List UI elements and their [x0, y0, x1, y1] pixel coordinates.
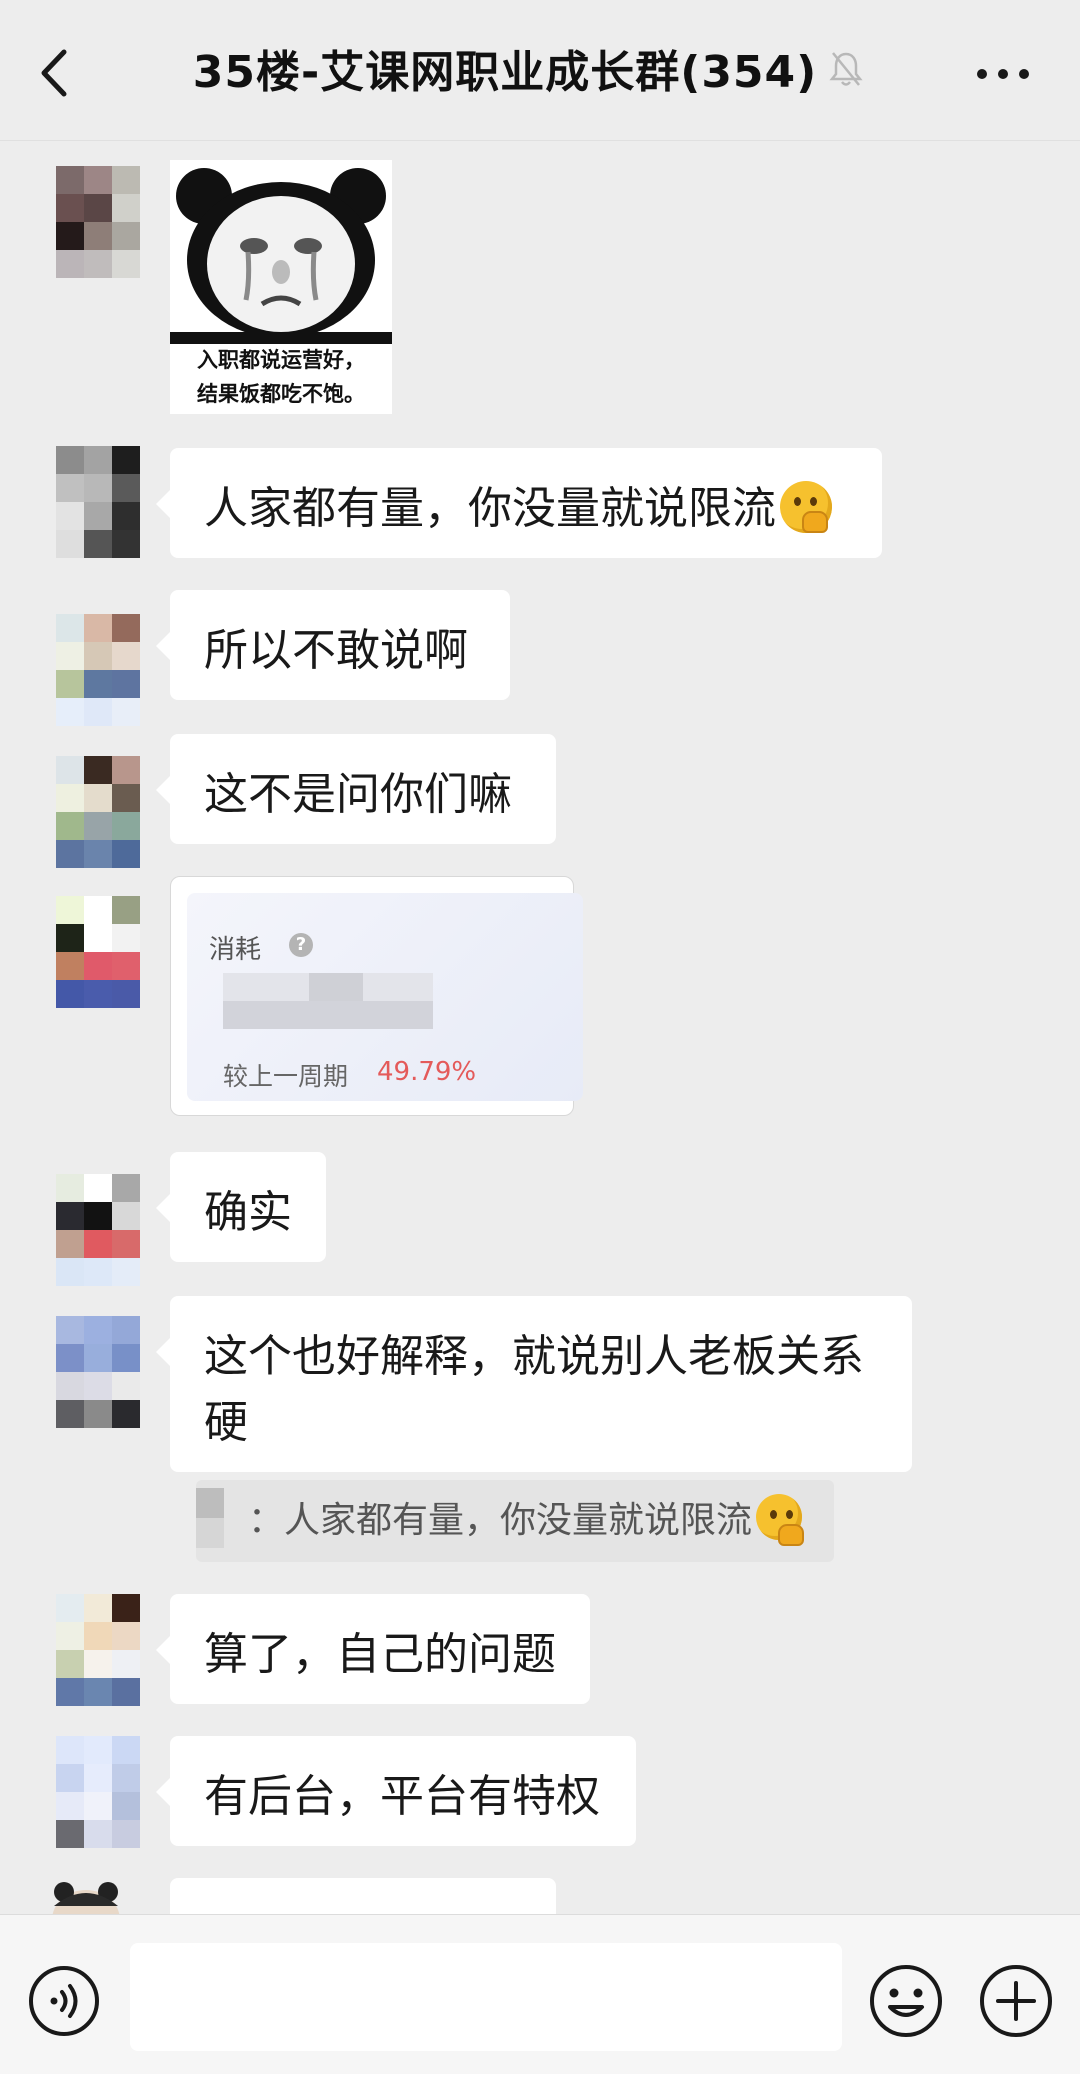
voice-icon [29, 1966, 99, 2036]
panda-meme-sticker[interactable]: 入职都说运营好， 结果饭都吃不饱。 [170, 160, 392, 414]
input-bar [0, 1914, 1080, 2074]
avatar[interactable] [56, 1316, 140, 1428]
message-bubble[interactable] [170, 1878, 556, 1914]
avatar[interactable] [56, 446, 140, 558]
message-bubble[interactable]: 所以不敢说啊 [156, 590, 510, 700]
quoted-message[interactable]: ：人家都有量，你没量就说限流 [196, 1480, 834, 1562]
plus-icon [980, 1965, 1052, 2037]
avatar[interactable] [34, 1880, 138, 1914]
thinking-face-emoji-icon [780, 481, 832, 533]
message-text: 人家都有量，你没量就说限流 [204, 483, 776, 534]
message-text: 所以不敢说啊 [204, 625, 468, 676]
message-bubble[interactable]: 算了，自己的问题 [156, 1594, 590, 1704]
message-text: 确实 [204, 1187, 292, 1238]
message-text: 算了，自己的问题 [204, 1629, 556, 1680]
message-text-line1: 这个也好解释，就说别人老板关系 [204, 1331, 864, 1382]
emoji-button[interactable] [868, 1963, 944, 2039]
chat-title-row: 35楼-艾课网职业成长群(354) [0, 38, 1080, 110]
message-bubble[interactable]: 有后台，平台有特权 [156, 1736, 636, 1846]
message-bubble[interactable]: 人家都有量，你没量就说限流 [156, 448, 882, 558]
emoji-icon [870, 1965, 942, 2037]
stat-compare-label: 较上一周期 [223, 1062, 349, 1091]
message-bubble[interactable]: 这个也好解释，就说别人老板关系 硬 [156, 1296, 912, 1472]
quote-text-row: ：人家都有量，你没量就说限流 [248, 1480, 805, 1562]
quote-avatar [196, 1488, 224, 1548]
message-bubble[interactable]: 确实 [156, 1152, 326, 1262]
blurred-value [223, 1001, 433, 1029]
stat-card-image[interactable]: 消耗 ? 较上一周期 49.79% [170, 876, 583, 1116]
avatar[interactable] [56, 1736, 140, 1848]
voice-button[interactable] [28, 1965, 100, 2037]
message-text: 这不是问你们嘛 [204, 769, 512, 820]
more-actions-button[interactable] [978, 1963, 1054, 2039]
sticker-caption-line2: 结果饭都吃不饱。 [197, 382, 365, 406]
avatar[interactable] [56, 756, 140, 868]
panda-face-image [170, 160, 392, 344]
sticker-caption-line1: 入职都说运营好， [197, 348, 365, 372]
avatar[interactable] [56, 614, 140, 726]
stat-percent: 49.79% [377, 1057, 477, 1087]
stat-card-label: 消耗 [209, 935, 262, 965]
message-input[interactable] [130, 1943, 842, 2051]
more-dots-icon [977, 69, 1029, 79]
help-icon: ? [289, 933, 313, 957]
avatar[interactable] [56, 1174, 140, 1286]
mute-bell-icon [829, 40, 863, 110]
chat-screen: 35楼-艾课网职业成长群(354) 入职都说运营好， 结果饭都吃不饱。 人家都有… [0, 0, 1080, 2074]
chat-title: 35楼-艾课网职业成长群(354) [192, 47, 818, 98]
message-bubble[interactable]: 这不是问你们嘛 [156, 734, 556, 844]
thinking-face-emoji-icon [756, 1494, 805, 1546]
message-text-line2: 硬 [204, 1397, 248, 1448]
quote-text: ：人家都有量，你没量就说限流 [248, 1500, 753, 1541]
blurred-value [309, 973, 363, 1001]
avatar[interactable] [56, 166, 140, 278]
message-text: 有后台，平台有特权 [204, 1771, 600, 1822]
avatar[interactable] [56, 896, 140, 1008]
chat-header: 35楼-艾课网职业成长群(354) [0, 0, 1080, 141]
avatar[interactable] [56, 1594, 140, 1706]
more-options-button[interactable] [968, 48, 1038, 98]
